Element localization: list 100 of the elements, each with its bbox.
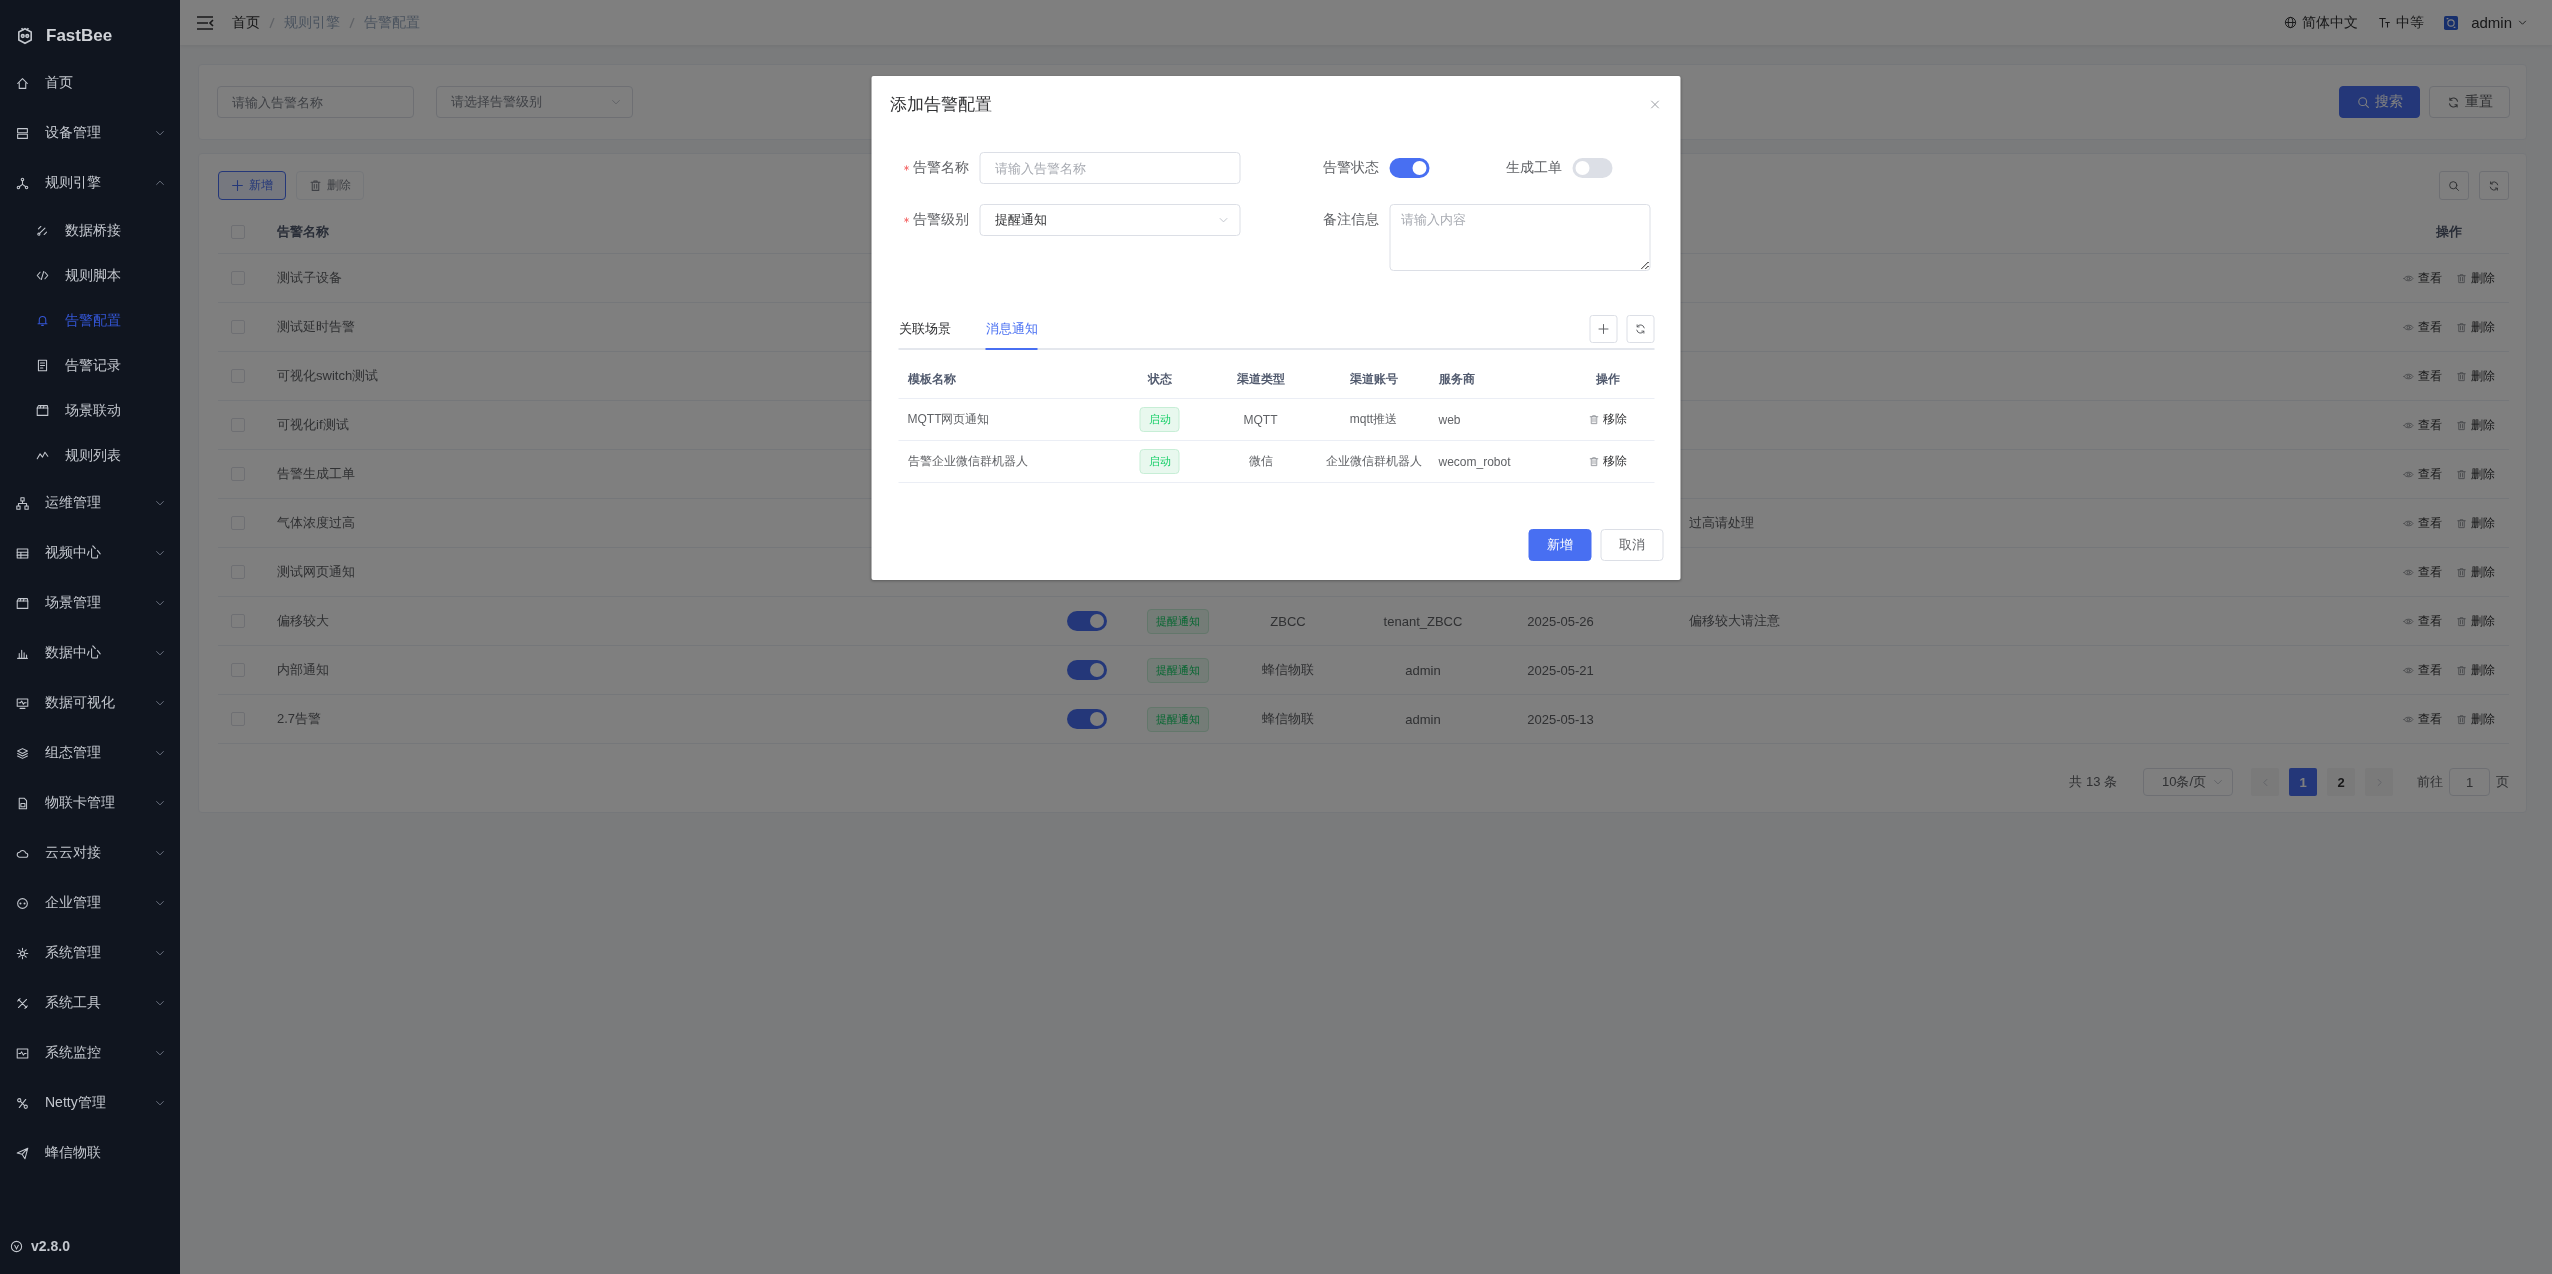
dialog-tab[interactable]: 消息通知 xyxy=(985,310,1038,350)
trash-icon xyxy=(2456,321,2467,333)
tools-icon xyxy=(16,996,29,1010)
delete-link[interactable]: 删除 xyxy=(2456,269,2495,287)
user-menu[interactable]: admin xyxy=(2444,14,2528,31)
submenu-item[interactable]: 数据桥接 xyxy=(0,208,180,253)
trash-icon xyxy=(2456,468,2467,480)
menu-item[interactable]: 系统管理 xyxy=(0,928,180,978)
search-icon xyxy=(2448,179,2460,192)
plus-icon xyxy=(1597,323,1610,335)
view-link[interactable]: 查看 xyxy=(2403,563,2442,581)
menu-item[interactable]: Netty管理 xyxy=(0,1078,180,1128)
page-button[interactable]: 1 xyxy=(2289,768,2317,796)
delete-link[interactable]: 删除 xyxy=(2456,710,2495,728)
table-cell: tenant_ZBCC xyxy=(1383,613,1463,629)
add-row-button[interactable] xyxy=(1589,315,1618,343)
menu-item[interactable]: 系统监控 xyxy=(0,1028,180,1078)
delete-link[interactable]: 删除 xyxy=(2456,514,2495,532)
menu-item[interactable]: 数据可视化 xyxy=(0,678,180,728)
delete-link[interactable]: 删除 xyxy=(2456,318,2495,336)
refresh-button[interactable] xyxy=(2479,171,2509,200)
view-link[interactable]: 查看 xyxy=(2403,465,2442,483)
globe-icon xyxy=(2284,16,2298,29)
menu-item[interactable]: 企业管理 xyxy=(0,878,180,928)
close-icon[interactable] xyxy=(1649,99,1661,110)
trash-icon xyxy=(1588,456,1599,467)
cancel-button[interactable]: 取消 xyxy=(1600,529,1664,561)
level-select[interactable]: 请选择告警级别 xyxy=(436,86,633,118)
delete-link[interactable]: 删除 xyxy=(2456,563,2495,581)
page-size-select[interactable]: 10条/页 xyxy=(2143,768,2233,796)
menu-item[interactable]: 数据中心 xyxy=(0,628,180,678)
sim-card-icon xyxy=(16,796,29,810)
trash-icon xyxy=(2456,370,2467,382)
menu-item[interactable]: 规则引擎 xyxy=(0,158,180,208)
size-selector[interactable]: 中等 xyxy=(2378,13,2425,32)
breadcrumb-link[interactable]: 首页 xyxy=(232,13,260,32)
search-button[interactable]: 搜索 xyxy=(2339,86,2420,118)
name-input[interactable]: 请输入告警名称 xyxy=(979,152,1241,184)
add-button[interactable]: 新增 xyxy=(218,171,286,200)
menu-icon[interactable] xyxy=(196,14,214,31)
delete-link[interactable]: 删除 xyxy=(2456,612,2495,630)
view-link[interactable]: 查看 xyxy=(2403,318,2442,336)
view-link[interactable]: 查看 xyxy=(2403,269,2442,287)
network-icon xyxy=(16,1096,29,1110)
view-link[interactable]: 查看 xyxy=(2403,367,2442,385)
toggle-switch[interactable] xyxy=(1067,660,1107,680)
chevron-icon xyxy=(2517,17,2528,28)
toggle-switch[interactable] xyxy=(1067,611,1107,631)
submenu-item[interactable]: 规则脚本 xyxy=(0,253,180,298)
delete-link[interactable]: 删除 xyxy=(2456,416,2495,434)
refresh-icon xyxy=(2446,95,2460,109)
avatar-icon xyxy=(2444,15,2459,30)
remark-textarea[interactable]: 请输入内容 xyxy=(1389,204,1651,271)
refresh-button[interactable] xyxy=(1626,315,1655,343)
delete-link[interactable]: 删除 xyxy=(2456,661,2495,679)
total-count: 共 13 条 xyxy=(2069,773,2117,791)
reset-button[interactable]: 重置 xyxy=(2429,86,2510,118)
language-selector[interactable]: 简体中文 xyxy=(2284,13,2359,32)
level-tag: 提醒通知 xyxy=(1147,706,1209,732)
menu-item[interactable]: 运维管理 xyxy=(0,478,180,528)
work-order-switch[interactable] xyxy=(1572,158,1613,178)
gear-icon xyxy=(16,946,29,960)
line-chart-icon xyxy=(36,449,49,462)
remove-link[interactable]: 移除 xyxy=(1588,411,1627,428)
toggle-switch[interactable] xyxy=(1067,709,1107,729)
level-tag: 提醒通知 xyxy=(1147,657,1209,683)
page-button[interactable]: 2 xyxy=(2327,768,2355,796)
menu-item[interactable]: 场景管理 xyxy=(0,578,180,628)
menu-item[interactable]: 视频中心 xyxy=(0,528,180,578)
view-link[interactable]: 查看 xyxy=(2403,416,2442,434)
confirm-button[interactable]: 新增 xyxy=(1528,529,1592,561)
code-icon xyxy=(36,269,49,282)
menu-item[interactable]: 设备管理 xyxy=(0,108,180,158)
menu-item[interactable]: 蜂信物联 xyxy=(0,1128,180,1178)
table-cell: 内部通知 xyxy=(277,661,329,679)
delete-link[interactable]: 删除 xyxy=(2456,465,2495,483)
menu-item[interactable]: 系统工具 xyxy=(0,978,180,1028)
menu-item[interactable]: 云云对接 xyxy=(0,828,180,878)
status-switch[interactable] xyxy=(1389,158,1430,178)
table-cell: 可视化switch测试 xyxy=(277,367,379,385)
name-search-field[interactable]: 请输入告警名称 xyxy=(217,86,414,118)
search-toggle-button[interactable] xyxy=(2439,171,2469,200)
menu-item[interactable]: 组态管理 xyxy=(0,728,180,778)
submenu-item[interactable]: 告警记录 xyxy=(0,343,180,388)
delete-link[interactable]: 删除 xyxy=(2456,367,2495,385)
menu-item[interactable]: 物联卡管理 xyxy=(0,778,180,828)
dialog-tab[interactable]: 关联场景 xyxy=(898,310,951,350)
submenu-item[interactable]: 场景联动 xyxy=(0,388,180,433)
remove-link[interactable]: 移除 xyxy=(1588,453,1627,470)
column-header: 操作 xyxy=(1595,370,1620,388)
submenu-item[interactable]: 规则列表 xyxy=(0,433,180,478)
view-link[interactable]: 查看 xyxy=(2403,612,2442,630)
view-link[interactable]: 查看 xyxy=(2403,514,2442,532)
level-select[interactable]: 提醒通知 xyxy=(979,204,1241,236)
view-link[interactable]: 查看 xyxy=(2403,710,2442,728)
submenu-item[interactable]: 告警配置 xyxy=(0,298,180,343)
page-input[interactable]: 1 xyxy=(2449,768,2490,796)
view-link[interactable]: 查看 xyxy=(2403,661,2442,679)
menu-item[interactable]: 首页 xyxy=(0,58,180,108)
table-cell: web xyxy=(1438,412,1461,427)
